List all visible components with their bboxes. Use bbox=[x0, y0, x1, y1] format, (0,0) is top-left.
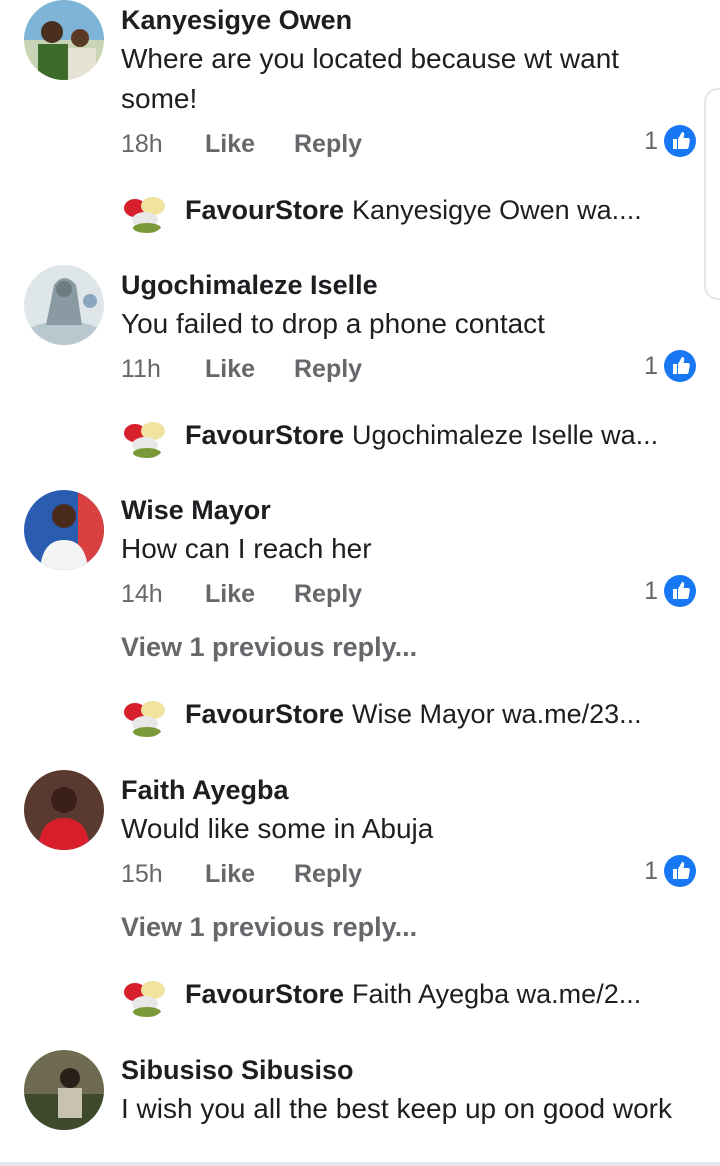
reaction-summary[interactable]: 1 bbox=[644, 855, 696, 887]
comment-actions: 14h Like Reply bbox=[121, 578, 362, 610]
reply-item[interactable]: FavourStore Kanyesigye Owen wa.... bbox=[121, 186, 642, 234]
avatar[interactable] bbox=[24, 265, 104, 345]
comment-time: 11h bbox=[121, 355, 161, 383]
reply-text: Wise Mayor wa.me/23... bbox=[352, 698, 642, 729]
like-button[interactable]: Like bbox=[205, 353, 294, 385]
avatar-photo bbox=[24, 1050, 104, 1130]
reply-avatar bbox=[121, 690, 169, 738]
avatar[interactable] bbox=[24, 490, 104, 570]
reply-author[interactable]: FavourStore bbox=[185, 979, 344, 1010]
reply-avatar bbox=[121, 970, 169, 1018]
view-previous-replies[interactable]: View 1 previous reply... bbox=[121, 631, 417, 663]
reply-text: Faith Ayegba wa.me/2... bbox=[352, 978, 642, 1009]
reaction-count: 1 bbox=[644, 126, 658, 155]
like-button[interactable]: Like bbox=[205, 578, 294, 610]
comment-text: How can I reach her bbox=[121, 533, 372, 564]
side-scroll-tab[interactable] bbox=[704, 88, 720, 300]
comment-author[interactable]: Faith Ayegba bbox=[121, 774, 289, 806]
reaction-count: 1 bbox=[644, 576, 658, 605]
like-thumb-icon bbox=[664, 855, 696, 887]
reply-text: Kanyesigye Owen wa.... bbox=[352, 194, 642, 225]
avatar-photo bbox=[24, 0, 104, 80]
comment-author[interactable]: Kanyesigye Owen bbox=[121, 4, 352, 36]
avatar[interactable] bbox=[24, 0, 104, 80]
reaction-summary[interactable]: 1 bbox=[644, 350, 696, 382]
avatar-photo bbox=[24, 265, 104, 345]
reaction-summary[interactable]: 1 bbox=[644, 575, 696, 607]
like-thumb-icon bbox=[664, 350, 696, 382]
reply-text: Ugochimaleze Iselle wa... bbox=[352, 419, 659, 450]
reply-avatar bbox=[121, 411, 169, 459]
reply-button[interactable]: Reply bbox=[294, 128, 362, 160]
reply-avatar bbox=[121, 186, 169, 234]
reply-item[interactable]: FavourStore Ugochimaleze Iselle wa... bbox=[121, 411, 658, 459]
reply-item[interactable]: FavourStore Wise Mayor wa.me/23... bbox=[121, 690, 642, 738]
reply-button[interactable]: Reply bbox=[294, 578, 362, 610]
reaction-count: 1 bbox=[644, 351, 658, 380]
comment-time: 14h bbox=[121, 580, 163, 608]
avatar-photo bbox=[24, 490, 104, 570]
avatar[interactable] bbox=[24, 1050, 104, 1130]
like-thumb-icon bbox=[664, 575, 696, 607]
comment-author[interactable]: Ugochimaleze Iselle bbox=[121, 269, 378, 301]
like-button[interactable]: Like bbox=[205, 858, 294, 890]
comment-text: Where are you located because wt want so… bbox=[121, 43, 620, 114]
comment-text: Would like some in Abuja bbox=[121, 813, 434, 844]
avatar[interactable] bbox=[24, 770, 104, 850]
view-previous-replies[interactable]: View 1 previous reply... bbox=[121, 911, 417, 943]
reply-author[interactable]: FavourStore bbox=[185, 699, 344, 730]
like-button[interactable]: Like bbox=[205, 128, 294, 160]
reply-button[interactable]: Reply bbox=[294, 858, 362, 890]
comment-time: 15h bbox=[121, 860, 163, 888]
comment-actions: 15h Like Reply bbox=[121, 858, 362, 890]
reply-item[interactable]: FavourStore Faith Ayegba wa.me/2... bbox=[121, 970, 641, 1018]
reaction-count: 1 bbox=[644, 856, 658, 885]
comment-actions: 11h Like Reply bbox=[121, 353, 362, 385]
reply-button[interactable]: Reply bbox=[294, 353, 362, 385]
reply-author[interactable]: FavourStore bbox=[185, 195, 344, 226]
comment-text: You failed to drop a phone contact bbox=[121, 308, 545, 339]
like-thumb-icon bbox=[664, 125, 696, 157]
avatar-photo bbox=[24, 770, 104, 850]
comment-time: 18h bbox=[121, 130, 163, 158]
divider bbox=[0, 1162, 720, 1166]
comment-actions: 18h Like Reply bbox=[121, 128, 362, 160]
comment-text: I wish you all the best keep up on good … bbox=[121, 1093, 673, 1124]
reply-author[interactable]: FavourStore bbox=[185, 420, 344, 451]
reaction-summary[interactable]: 1 bbox=[644, 125, 696, 157]
comment-author[interactable]: Sibusiso Sibusiso bbox=[121, 1054, 354, 1086]
comment-author[interactable]: Wise Mayor bbox=[121, 494, 271, 526]
